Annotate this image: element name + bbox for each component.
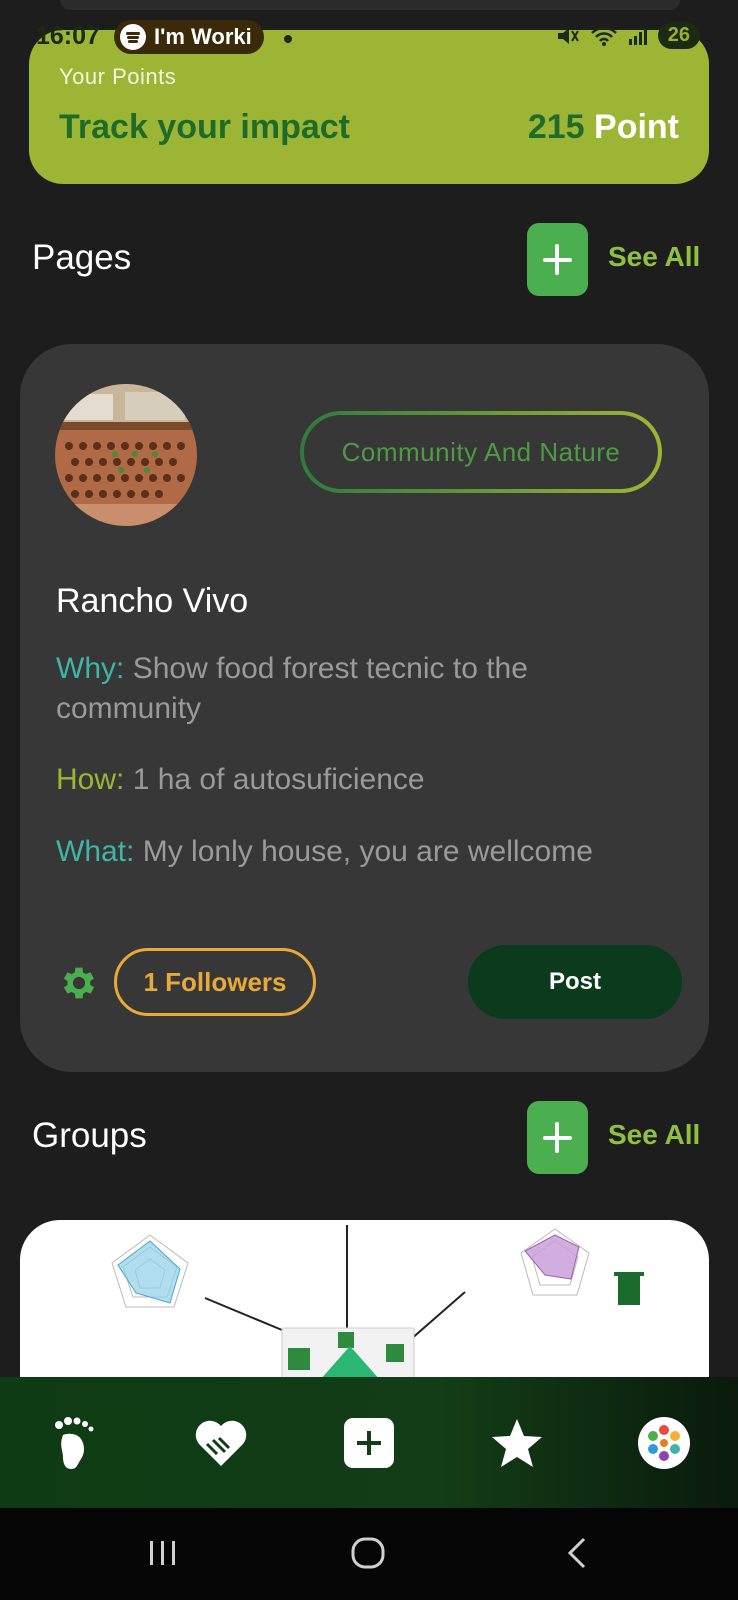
- notification-dot: [284, 35, 292, 43]
- media-label: I'm Worki: [154, 24, 252, 49]
- why-key: Why:: [56, 652, 125, 685]
- nav-profile[interactable]: [634, 1413, 694, 1473]
- what-key: What:: [56, 835, 135, 868]
- signal-icon: [628, 27, 647, 45]
- page-avatar[interactable]: [55, 384, 197, 526]
- points-number: 215: [527, 108, 585, 146]
- add-square-icon: [343, 1417, 394, 1468]
- nav-community[interactable]: [191, 1413, 251, 1473]
- how-text: 1 ha of autosuficience: [132, 763, 425, 796]
- why-text: Show food forest tecnic to the community: [56, 652, 528, 725]
- add-page-button[interactable]: [527, 223, 588, 296]
- recent-apps-icon: [150, 1541, 175, 1565]
- home-button[interactable]: [348, 1528, 388, 1578]
- system-navigation-bar: [0, 1508, 738, 1600]
- bottom-navigation: [0, 1377, 738, 1508]
- recent-apps-button[interactable]: [146, 1528, 180, 1578]
- star-icon: [491, 1418, 542, 1467]
- points-label: Your Points: [59, 64, 177, 89]
- battery-level: 26: [657, 22, 700, 49]
- nav-favorites[interactable]: [487, 1413, 547, 1473]
- wifi-icon: [590, 26, 617, 46]
- profile-avatar: [638, 1416, 691, 1469]
- page-name: Rancho Vivo: [56, 582, 249, 620]
- nav-footprint[interactable]: [44, 1413, 104, 1473]
- add-group-button[interactable]: [527, 1101, 588, 1174]
- mute-icon: [557, 27, 579, 44]
- points-title: Track your impact: [59, 108, 351, 146]
- footprint-icon: [54, 1416, 94, 1469]
- how-field: How: 1 ha of autosuficience: [56, 760, 676, 800]
- heart-handshake-icon: [196, 1420, 247, 1466]
- pages-title: Pages: [32, 238, 132, 277]
- how-key: How:: [56, 763, 125, 796]
- points-value: 215 Point: [528, 108, 679, 147]
- status-time: 16:07: [36, 22, 100, 50]
- home-icon: [351, 1537, 385, 1569]
- groups-see-all-link[interactable]: See All: [608, 1119, 700, 1151]
- previous-card-edge: [60, 0, 680, 10]
- followers-badge[interactable]: 1 Followers: [114, 948, 316, 1016]
- media-pill[interactable]: I'm Worki: [114, 20, 264, 54]
- spotify-icon: [120, 24, 146, 50]
- back-icon: [567, 1537, 586, 1569]
- post-button[interactable]: Post: [468, 945, 682, 1019]
- groups-title: Groups: [32, 1116, 147, 1155]
- why-field: Why: Show food forest tecnic to the comm…: [56, 649, 676, 729]
- group-image: [111, 1225, 644, 1380]
- back-button[interactable]: [562, 1528, 592, 1578]
- status-icons: 26: [556, 22, 700, 49]
- page-card[interactable]: Community And Nature Rancho Vivo Why: Sh…: [20, 344, 709, 1072]
- what-text: My lonly house, you are wellcome: [142, 835, 593, 868]
- nav-create[interactable]: [339, 1413, 399, 1473]
- category-chip[interactable]: Community And Nature: [300, 411, 662, 493]
- what-field: What: My lonly house, you are wellcome: [56, 832, 696, 872]
- settings-gear-icon[interactable]: [58, 962, 100, 1004]
- page-photo: [55, 384, 197, 526]
- points-unit: Point: [594, 108, 679, 146]
- category-label: Community And Nature: [304, 415, 658, 489]
- pages-see-all-link[interactable]: See All: [608, 241, 700, 273]
- group-card[interactable]: [20, 1220, 709, 1380]
